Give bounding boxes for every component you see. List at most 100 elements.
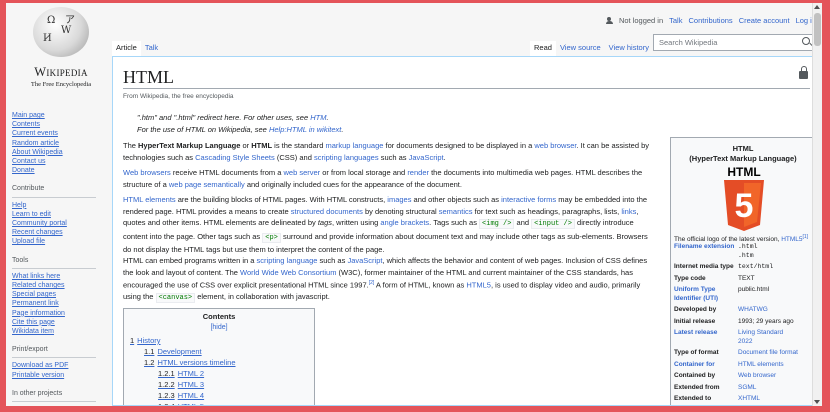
link-scripting-languages[interactable]: scripting languages bbox=[314, 153, 379, 162]
site-tagline: From Wikipedia, the free encyclopedia bbox=[123, 93, 234, 100]
link-html-elements[interactable]: HTML elements bbox=[123, 195, 176, 204]
toc-item[interactable]: 1 History bbox=[130, 335, 308, 346]
sidebar-tools-link[interactable]: Cite this page bbox=[12, 318, 108, 327]
link-w3c[interactable]: World Wide Web Consortium bbox=[240, 268, 336, 277]
search-placeholder: Search Wikipedia bbox=[659, 38, 718, 47]
create-account-link[interactable]: Create account bbox=[739, 16, 790, 25]
sidebar-contribute-link[interactable]: Recent changes bbox=[12, 228, 108, 237]
link-interactive-forms[interactable]: interactive forms bbox=[501, 195, 556, 204]
link-web-browser[interactable]: web browser bbox=[534, 141, 576, 150]
toc-item-number: 1.2.2 bbox=[158, 380, 175, 389]
tab-view-source[interactable]: View source bbox=[556, 41, 605, 56]
link-semantically[interactable]: semantically bbox=[203, 180, 244, 189]
search-input[interactable]: Search Wikipedia bbox=[653, 34, 817, 51]
vertical-scrollbar[interactable] bbox=[812, 3, 822, 406]
toc-item[interactable]: 1.2.2 HTML 3 bbox=[130, 379, 308, 390]
link-markup-language[interactable]: markup language bbox=[325, 141, 383, 150]
toc-item[interactable]: 1.2 HTML versions timeline bbox=[130, 357, 308, 368]
tab-talk[interactable]: Talk bbox=[141, 41, 162, 56]
contributions-link[interactable]: Contributions bbox=[688, 16, 732, 25]
title-divider bbox=[123, 88, 810, 89]
sidebar-tools-link[interactable]: Related changes bbox=[12, 281, 108, 290]
citation-1[interactable]: [1] bbox=[803, 234, 809, 240]
link-javascript-2[interactable]: JavaScript bbox=[347, 256, 382, 265]
tools-list: What links here Related changes Special pa… bbox=[12, 272, 108, 336]
link-javascript[interactable]: JavaScript bbox=[409, 153, 444, 162]
html5-logo: HTML 5 bbox=[724, 165, 764, 231]
toc-item[interactable]: 1.1 Development bbox=[130, 346, 308, 357]
infobox-value[interactable]: Living Standard 2022 bbox=[738, 329, 814, 346]
link-semantics[interactable]: semantics bbox=[439, 207, 473, 216]
link-render[interactable]: render bbox=[407, 168, 429, 177]
sidebar-tools-link[interactable]: Page information bbox=[12, 309, 108, 318]
sidebar-tools-link[interactable]: Wikidata item bbox=[12, 327, 108, 336]
paragraph-scripting: HTML can embed programs written in a scr… bbox=[123, 256, 648, 303]
tab-view-history[interactable]: View history bbox=[605, 41, 653, 56]
toc-item[interactable]: 1.2.3 HTML 4 bbox=[130, 390, 308, 401]
infobox-row: Internet media type text/html bbox=[674, 263, 814, 272]
link-structured-documents[interactable]: structured documents bbox=[291, 207, 363, 216]
infobox-label[interactable]: Uniform Type Identifier (UTI) bbox=[674, 286, 738, 303]
link-html5[interactable]: HTML5 bbox=[466, 281, 491, 290]
sidebar-contribute-link[interactable]: Help bbox=[12, 201, 108, 210]
infobox-value: public.html bbox=[738, 286, 770, 293]
sidebar-contribute-link[interactable]: Community portal bbox=[12, 219, 108, 228]
infobox-label[interactable]: Filename extension bbox=[674, 243, 738, 260]
sidebar-tools-link[interactable]: Permanent link bbox=[12, 299, 108, 308]
link-web-browsers[interactable]: Web browsers bbox=[123, 168, 171, 177]
sidebar-nav-link[interactable]: Main page bbox=[12, 111, 108, 120]
sidebar-contribute-link[interactable]: Learn to edit bbox=[12, 210, 108, 219]
infobox-value[interactable]: HTML elements bbox=[738, 361, 814, 370]
wikipedia-logo[interactable]: Ω W И ア Wikipedia The Free Encyclopedia bbox=[20, 7, 102, 97]
toc-item-label: HTML 5 bbox=[178, 402, 204, 405]
tab-article[interactable]: Article bbox=[112, 41, 141, 56]
scroll-down-icon[interactable] bbox=[814, 400, 820, 404]
scroll-up-icon[interactable] bbox=[814, 5, 820, 9]
sidebar-tools-link[interactable]: Special pages bbox=[12, 290, 108, 299]
infobox-value[interactable]: Document file format bbox=[738, 349, 814, 358]
sidebar-contribute-link[interactable]: Upload file bbox=[12, 237, 108, 246]
hatnote-text: ".htm" and ".html" redirect here. For ot… bbox=[137, 113, 311, 122]
sidebar-nav-link[interactable]: Contact us bbox=[12, 157, 108, 166]
infobox-row: Initial release 1993; 29 years ago bbox=[674, 318, 814, 327]
personal-tools: Not logged in Talk Contributions Create … bbox=[605, 16, 816, 25]
sidebar-print-link[interactable]: Download as PDF bbox=[12, 361, 108, 370]
sidebar-nav-link[interactable]: Random article bbox=[12, 139, 108, 148]
toc-item-label: History bbox=[137, 336, 161, 345]
toc-item[interactable]: 1.2.1 HTML 2 bbox=[130, 368, 308, 379]
infobox-value[interactable]: SGML bbox=[738, 384, 814, 393]
tab-read[interactable]: Read bbox=[530, 41, 556, 56]
toc-item-label: HTML 2 bbox=[177, 369, 205, 378]
hatnote-link-htm[interactable]: HTM bbox=[310, 113, 326, 122]
infobox-row: Extended from SGML bbox=[674, 384, 814, 393]
infobox-value[interactable]: XHTML bbox=[738, 395, 814, 404]
toc-hide-toggle[interactable]: [hide] bbox=[130, 322, 308, 333]
link-images[interactable]: images bbox=[387, 195, 411, 204]
sidebar-nav-link[interactable]: About Wikipedia bbox=[12, 148, 108, 157]
infobox-label[interactable]: Latest release bbox=[674, 329, 738, 346]
link-web-page[interactable]: web page bbox=[169, 180, 202, 189]
sidebar-nav-link[interactable]: Donate bbox=[12, 166, 108, 175]
link-angle-brackets[interactable]: angle brackets bbox=[380, 218, 429, 227]
toc-item-label: HTML versions timeline bbox=[157, 358, 236, 367]
lock-icon[interactable] bbox=[799, 66, 808, 79]
infobox-value: .html .htm bbox=[738, 243, 758, 259]
toc-item[interactable]: 1.2.4HTML 5 bbox=[130, 401, 308, 405]
infobox-label[interactable]: Container for bbox=[674, 361, 738, 370]
sidebar-nav-link[interactable]: Current events bbox=[12, 129, 108, 138]
search-icon[interactable] bbox=[802, 37, 812, 47]
talk-link[interactable]: Talk bbox=[669, 16, 682, 25]
infobox-value[interactable]: Web browser bbox=[738, 372, 814, 381]
hatnote-link-wikitext[interactable]: Help:HTML in wikitext bbox=[269, 125, 341, 134]
sidebar-nav-link[interactable]: Contents bbox=[12, 120, 108, 129]
link-web-server[interactable]: web server bbox=[283, 168, 320, 177]
projects-heading: In other projects bbox=[12, 389, 96, 403]
sidebar-print-link[interactable]: Printable version bbox=[12, 371, 108, 380]
link-links[interactable]: links bbox=[621, 207, 636, 216]
globe-icon: Ω W И ア bbox=[33, 7, 89, 57]
link-scripting-language[interactable]: scripting language bbox=[257, 256, 318, 265]
link-css[interactable]: Cascading Style Sheets bbox=[195, 153, 275, 162]
scroll-thumb[interactable] bbox=[814, 13, 821, 46]
sidebar-tools-link[interactable]: What links here bbox=[12, 272, 108, 281]
infobox-value[interactable]: WHATWG bbox=[738, 306, 814, 315]
